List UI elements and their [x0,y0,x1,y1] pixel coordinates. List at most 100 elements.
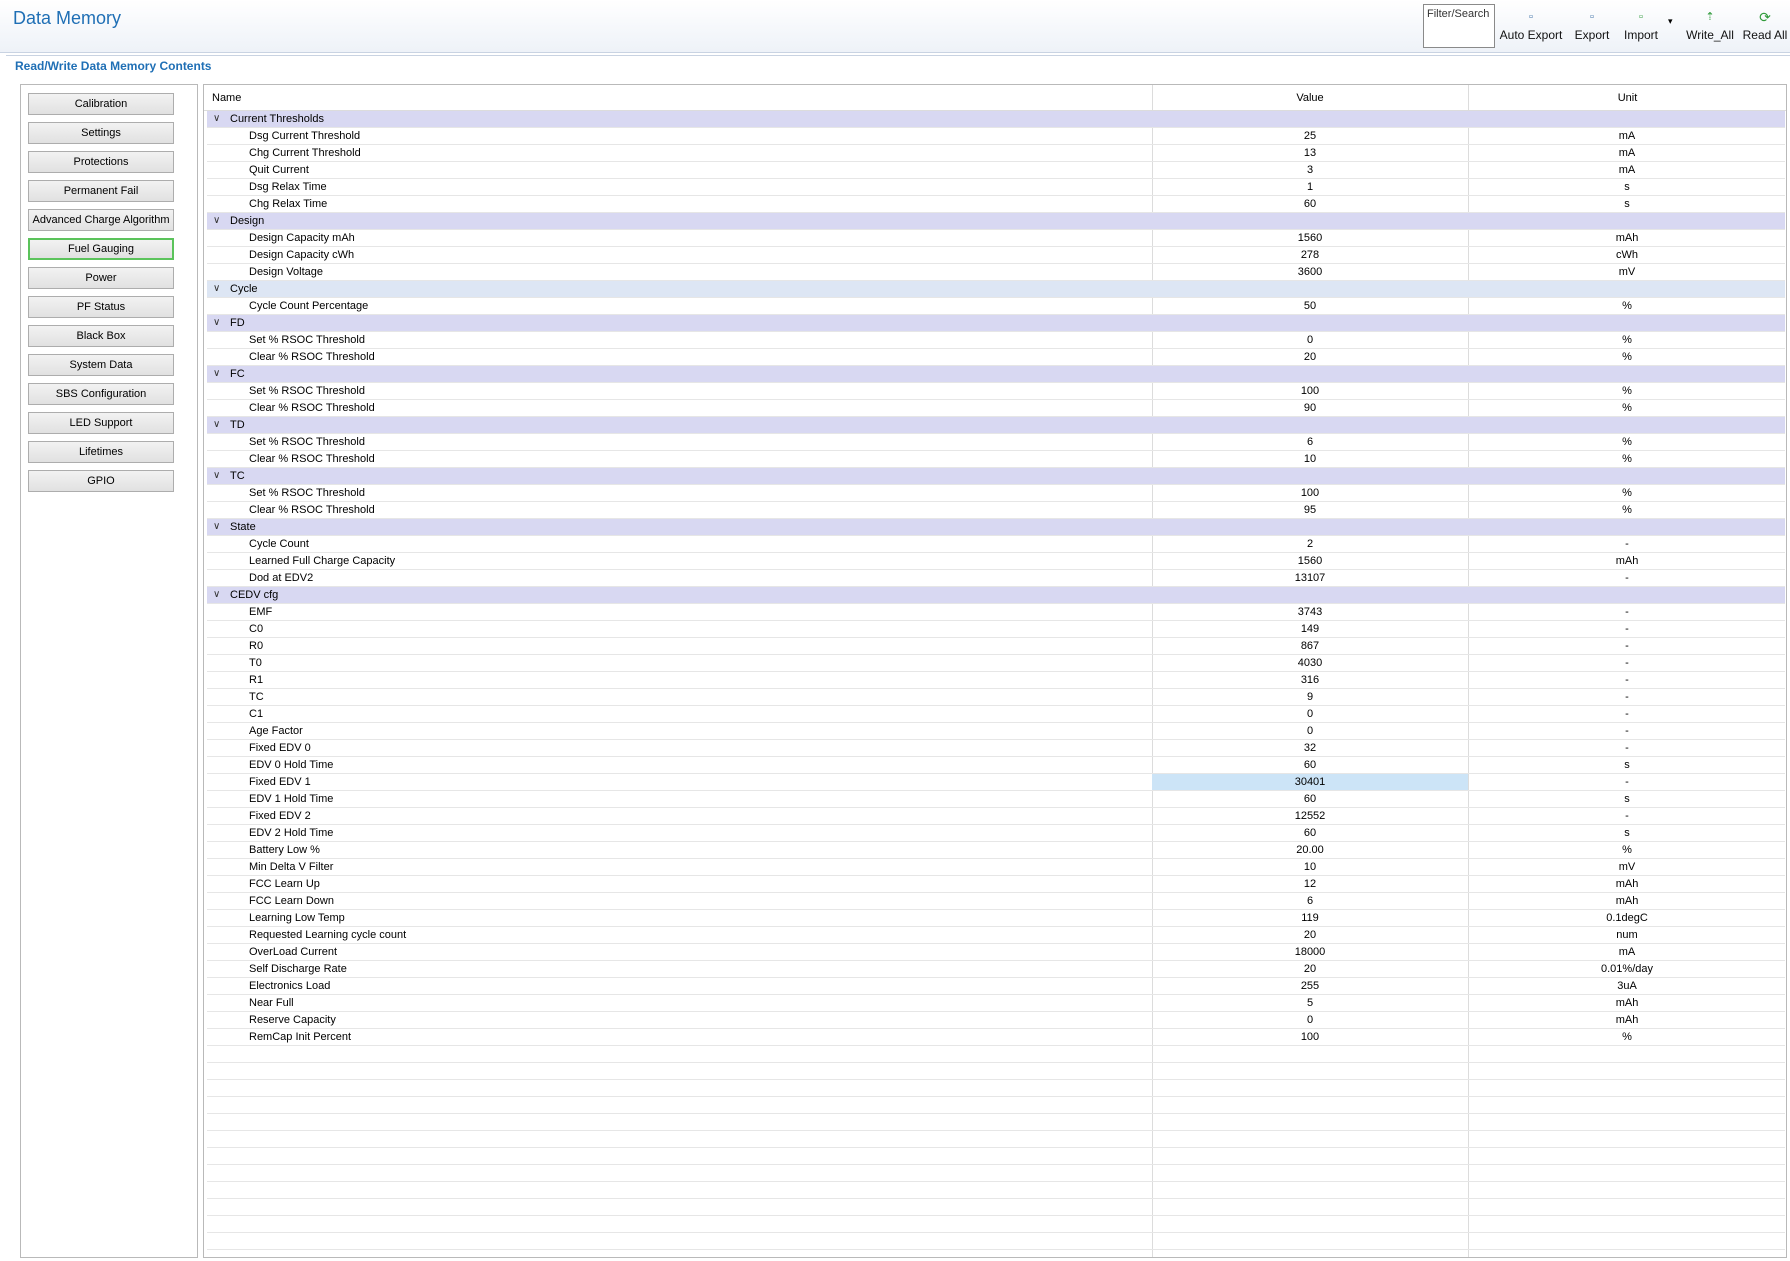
nav-button-settings[interactable]: Settings [28,122,174,144]
table-row[interactable]: C1 0 - [207,706,1785,723]
nav-button-advanced-charge-algorithm[interactable]: Advanced Charge Algorithm [28,209,174,231]
table-row[interactable]: Fixed EDV 1 30401 - [207,774,1785,791]
cell-value[interactable]: 3600 [1152,264,1468,280]
table-row[interactable]: Fixed EDV 2 12552 - [207,808,1785,825]
table-row[interactable]: FCC Learn Up 12 mAh [207,876,1785,893]
collapse-chevron-icon[interactable]: ∨ [213,315,220,331]
read-all-button[interactable]: ⟳ Read All [1740,10,1790,44]
group-row[interactable]: ∨ FC [207,366,1785,383]
import-dropdown-arrow-icon[interactable]: ▾ [1668,16,1678,27]
cell-value[interactable]: 60 [1152,196,1468,212]
nav-button-lifetimes[interactable]: Lifetimes [28,441,174,463]
table-row[interactable]: Near Full 5 mAh [207,995,1785,1012]
table-row[interactable]: Age Factor 0 - [207,723,1785,740]
import-button[interactable]: ▫ Import [1619,10,1663,44]
cell-value[interactable]: 867 [1152,638,1468,654]
cell-value[interactable]: 3 [1152,162,1468,178]
table-row[interactable]: Reserve Capacity 0 mAh [207,1012,1785,1029]
cell-value[interactable]: 50 [1152,298,1468,314]
cell-value[interactable]: 10 [1152,859,1468,875]
nav-button-led-support[interactable]: LED Support [28,412,174,434]
group-row[interactable]: ∨ TD [207,417,1785,434]
collapse-chevron-icon[interactable]: ∨ [213,468,220,484]
filter-search-input[interactable]: Filter/Search [1423,4,1495,48]
cell-value[interactable]: 13107 [1152,570,1468,586]
cell-value[interactable]: 119 [1152,910,1468,926]
table-row[interactable]: Set % RSOC Threshold 100% [207,383,1785,400]
table-row[interactable]: Chg Current Threshold 13 mA [207,145,1785,162]
table-row[interactable]: Clear % RSOC Threshold 95% [207,502,1785,519]
table-row[interactable]: EMF 3743 - [207,604,1785,621]
cell-value[interactable]: 32 [1152,740,1468,756]
group-row[interactable]: ∨ Cycle [207,281,1785,298]
cell-value[interactable]: 100 [1152,485,1468,501]
table-row[interactable]: Cycle Count 2 - [207,536,1785,553]
cell-value[interactable]: 100 [1152,1029,1468,1045]
table-row[interactable]: Fixed EDV 0 32 - [207,740,1785,757]
column-header-unit[interactable]: Unit [1469,92,1786,104]
group-row[interactable]: ∨ TC [207,468,1785,485]
table-row[interactable]: Set % RSOC Threshold 6% [207,434,1785,451]
nav-button-system-data[interactable]: System Data [28,354,174,376]
cell-value[interactable]: 25 [1152,128,1468,144]
table-row[interactable]: Electronics Load 255 3uA [207,978,1785,995]
cell-value[interactable]: 95 [1152,502,1468,518]
nav-button-pf-status[interactable]: PF Status [28,296,174,318]
table-row[interactable]: RemCap Init Percent 100% [207,1029,1785,1046]
group-row[interactable]: ∨ CEDV cfg [207,587,1785,604]
table-row[interactable]: Dod at EDV2 13107 - [207,570,1785,587]
table-row[interactable]: Self Discharge Rate 20 0.01%/day [207,961,1785,978]
table-row[interactable]: Design Voltage 3600 mV [207,264,1785,281]
cell-value[interactable]: 0 [1152,706,1468,722]
cell-value[interactable]: 4030 [1152,655,1468,671]
cell-value[interactable]: 90 [1152,400,1468,416]
group-row[interactable]: ∨ Current Thresholds [207,111,1785,128]
table-row[interactable]: Set % RSOC Threshold 0% [207,332,1785,349]
cell-value[interactable]: 60 [1152,791,1468,807]
table-row[interactable]: EDV 1 Hold Time 60 s [207,791,1785,808]
table-row[interactable]: EDV 0 Hold Time 60 s [207,757,1785,774]
cell-value[interactable]: 12 [1152,876,1468,892]
cell-value[interactable]: 60 [1152,757,1468,773]
table-row[interactable]: Min Delta V Filter 10 mV [207,859,1785,876]
cell-value[interactable]: 13 [1152,145,1468,161]
table-row[interactable]: Requested Learning cycle count 20 num [207,927,1785,944]
table-row[interactable]: OverLoad Current 18000 mA [207,944,1785,961]
cell-value[interactable]: 1560 [1152,553,1468,569]
nav-button-black-box[interactable]: Black Box [28,325,174,347]
cell-value[interactable]: 60 [1152,825,1468,841]
table-row[interactable]: Learned Full Charge Capacity 1560 mAh [207,553,1785,570]
cell-value[interactable]: 30401 [1152,774,1468,790]
table-row[interactable]: Clear % RSOC Threshold 20% [207,349,1785,366]
table-row[interactable]: EDV 2 Hold Time 60 s [207,825,1785,842]
nav-button-gpio[interactable]: GPIO [28,470,174,492]
cell-value[interactable]: 255 [1152,978,1468,994]
table-row[interactable]: Battery Low % 20.00% [207,842,1785,859]
column-header-name[interactable]: Name [212,92,241,104]
table-row[interactable]: C0 149 - [207,621,1785,638]
group-row[interactable]: ∨ FD [207,315,1785,332]
cell-value[interactable]: 1560 [1152,230,1468,246]
cell-value[interactable]: 3743 [1152,604,1468,620]
export-button[interactable]: ▫ Export [1572,10,1612,44]
cell-value[interactable]: 6 [1152,893,1468,909]
cell-value[interactable]: 18000 [1152,944,1468,960]
collapse-chevron-icon[interactable]: ∨ [213,111,220,127]
collapse-chevron-icon[interactable]: ∨ [213,587,220,603]
write-all-button[interactable]: ⇡ Write_All [1684,10,1736,44]
table-row[interactable]: Design Capacity mAh 1560 mAh [207,230,1785,247]
group-row[interactable]: ∨ Design [207,213,1785,230]
collapse-chevron-icon[interactable]: ∨ [213,417,220,433]
table-row[interactable]: R0 867 - [207,638,1785,655]
cell-value[interactable]: 2 [1152,536,1468,552]
collapse-chevron-icon[interactable]: ∨ [213,281,220,297]
table-row[interactable]: Clear % RSOC Threshold 90% [207,400,1785,417]
nav-button-power[interactable]: Power [28,267,174,289]
table-row[interactable]: T0 4030 - [207,655,1785,672]
table-row[interactable]: Clear % RSOC Threshold 10% [207,451,1785,468]
table-row[interactable]: TC 9 - [207,689,1785,706]
table-row[interactable]: R1 316 - [207,672,1785,689]
table-row[interactable]: Chg Relax Time 60 s [207,196,1785,213]
group-row[interactable]: ∨ State [207,519,1785,536]
collapse-chevron-icon[interactable]: ∨ [213,366,220,382]
